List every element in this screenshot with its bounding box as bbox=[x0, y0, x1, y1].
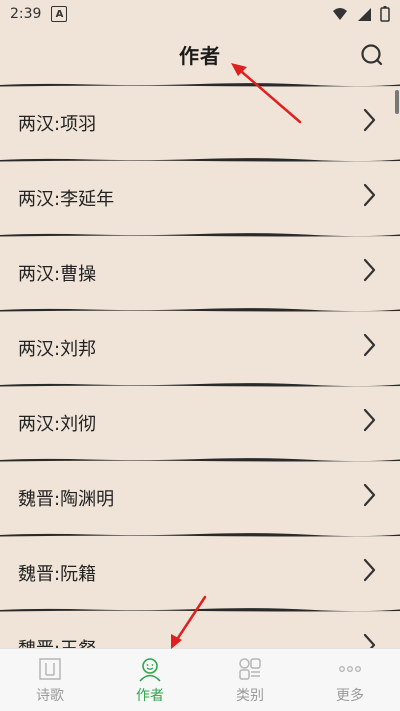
nav-item-category[interactable]: 类别 bbox=[200, 649, 300, 711]
poetry-icon bbox=[39, 657, 61, 680]
status-bar: 2:39 A bbox=[0, 0, 400, 28]
chevron-right-icon bbox=[363, 333, 376, 357]
author-name: 两汉:刘彻 bbox=[18, 414, 97, 435]
header: 作者 bbox=[0, 28, 400, 82]
brush-divider bbox=[0, 533, 400, 537]
page-title: 作者 bbox=[179, 44, 221, 68]
chevron-right-icon bbox=[363, 483, 376, 507]
chevron-right-icon bbox=[363, 258, 376, 282]
author-name: 魏晋:陶渊明 bbox=[18, 489, 115, 510]
wifi-icon bbox=[333, 8, 347, 20]
signal-icon bbox=[358, 8, 371, 21]
nav-label: 作者 bbox=[136, 687, 164, 704]
author-name: 两汉:李延年 bbox=[18, 189, 115, 210]
more-icon bbox=[339, 665, 362, 672]
nav-label: 诗歌 bbox=[36, 687, 64, 704]
author-row[interactable]: 魏晋:陶渊明 bbox=[0, 457, 400, 532]
brush-divider bbox=[0, 158, 400, 162]
category-icon bbox=[239, 657, 261, 680]
author-list: 两汉:项羽 两汉:李延年 两汉:曹操 两汉:刘邦 两汉:刘彻 魏晋:陶渊明 魏晋… bbox=[0, 82, 400, 648]
scrollbar[interactable] bbox=[395, 90, 399, 114]
author-row[interactable]: 两汉:曹操 bbox=[0, 232, 400, 307]
battery-icon bbox=[380, 6, 390, 22]
author-name: 两汉:项羽 bbox=[18, 114, 97, 135]
search-icon bbox=[361, 44, 383, 66]
author-name: 两汉:刘邦 bbox=[18, 339, 97, 360]
nav-item-poetry[interactable]: 诗歌 bbox=[0, 649, 100, 711]
status-time: 2:39 bbox=[10, 6, 42, 22]
author-row[interactable]: 两汉:刘邦 bbox=[0, 307, 400, 382]
author-row[interactable]: 两汉:项羽 bbox=[0, 82, 400, 157]
author-name: 魏晋:阮籍 bbox=[18, 564, 97, 585]
status-icons bbox=[332, 6, 390, 22]
chevron-right-icon bbox=[363, 633, 376, 648]
chevron-right-icon bbox=[363, 108, 376, 132]
nav-label: 更多 bbox=[336, 687, 364, 704]
chevron-right-icon bbox=[363, 558, 376, 582]
nav-label: 类别 bbox=[236, 687, 264, 704]
notification-a-icon: A bbox=[51, 6, 68, 22]
brush-divider bbox=[0, 308, 400, 312]
author-icon bbox=[139, 657, 161, 682]
search-button[interactable] bbox=[360, 42, 384, 66]
chevron-right-icon bbox=[363, 408, 376, 432]
bottom-nav: 诗歌 作者 类别 更多 bbox=[0, 648, 400, 711]
brush-divider bbox=[0, 608, 400, 612]
author-row[interactable]: 两汉:李延年 bbox=[0, 157, 400, 232]
author-row[interactable]: 魏晋:王粲 bbox=[0, 607, 400, 648]
brush-divider bbox=[0, 83, 400, 87]
brush-divider bbox=[0, 233, 400, 237]
author-name: 魏晋:王粲 bbox=[18, 635, 96, 648]
chevron-right-icon bbox=[363, 183, 376, 207]
nav-item-more[interactable]: 更多 bbox=[300, 649, 400, 711]
author-row[interactable]: 两汉:刘彻 bbox=[0, 382, 400, 457]
brush-divider bbox=[0, 458, 400, 462]
brush-divider bbox=[0, 383, 400, 387]
nav-item-author[interactable]: 作者 bbox=[100, 649, 200, 711]
author-name: 两汉:曹操 bbox=[18, 264, 97, 285]
author-row[interactable]: 魏晋:阮籍 bbox=[0, 532, 400, 607]
